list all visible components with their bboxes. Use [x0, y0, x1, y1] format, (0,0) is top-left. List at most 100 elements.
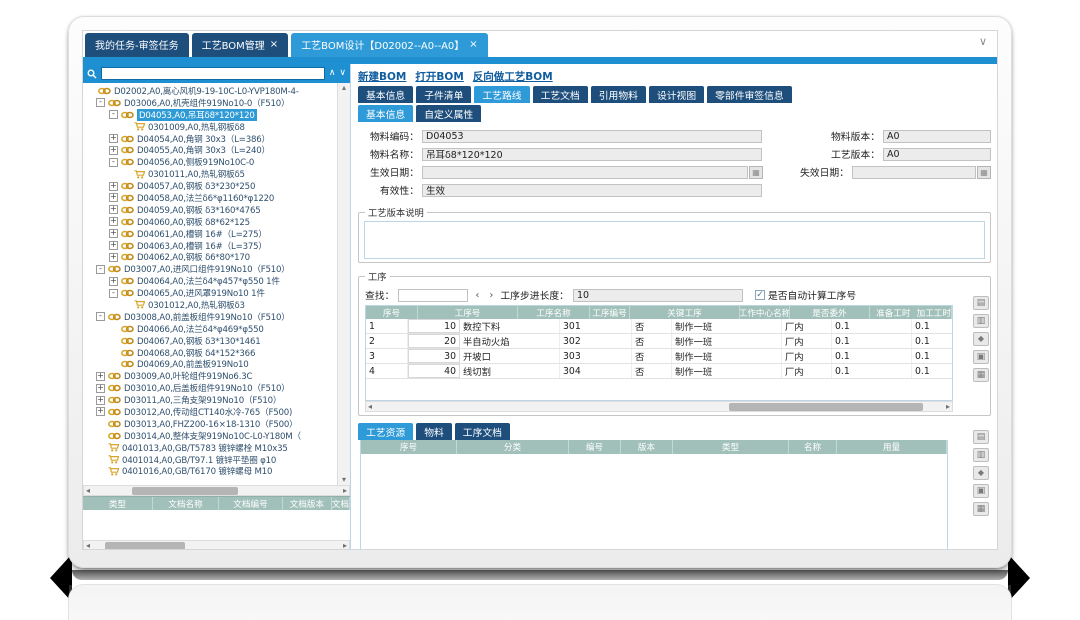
cell-op-number[interactable]: 30 — [408, 349, 460, 363]
expand-toggle-icon[interactable] — [96, 312, 105, 321]
square-icon[interactable] — [973, 368, 989, 382]
tree-item[interactable]: D04056,A0,侧板919No10C-0 — [83, 156, 336, 168]
process-hscroll[interactable]: ◂ ▸ — [365, 401, 953, 412]
calendar-icon[interactable]: ▦ — [977, 166, 991, 179]
scroll-left-icon[interactable]: ◂ — [86, 542, 90, 550]
square-icon[interactable] — [973, 484, 989, 498]
square-icon[interactable] — [973, 350, 989, 364]
process-row[interactable]: 1 10 数控下料 301 否 制作一班 厂内 0.1 0.1 — [366, 319, 952, 334]
scroll-right-icon[interactable]: ▸ — [343, 542, 347, 550]
find-prev-icon[interactable]: ‹ — [472, 290, 482, 301]
tree-item[interactable]: D03011,A0,三角支架919No10（F510） — [83, 394, 336, 406]
expand-toggle-icon[interactable] — [96, 372, 105, 381]
validity-field[interactable] — [422, 184, 762, 197]
close-icon[interactable]: × — [270, 41, 278, 49]
material-code-field[interactable] — [422, 130, 762, 143]
document-hscroll-thumb[interactable] — [105, 542, 185, 550]
expand-toggle-icon[interactable] — [96, 396, 105, 405]
tree-hscroll[interactable]: ◂ ▸ — [83, 485, 350, 496]
scroll-left-icon[interactable]: ◂ — [86, 487, 90, 495]
expand-toggle-icon[interactable] — [109, 193, 118, 202]
window-tab[interactable]: 我的任务-审签任务 — [85, 33, 189, 57]
tree-item[interactable]: D04055,A0,角钢 30x3（L=240） — [83, 144, 336, 156]
expand-toggle-icon[interactable] — [109, 253, 118, 262]
expand-toggle-icon[interactable] — [109, 229, 118, 238]
cell-op-number[interactable]: 40 — [408, 364, 460, 378]
tree-vscroll[interactable]: ▴ ▾ — [337, 83, 350, 485]
expand-toggle-icon[interactable] — [109, 158, 118, 167]
find-next-icon[interactable]: › — [486, 290, 496, 301]
calendar-icon[interactable]: ▦ — [749, 166, 763, 179]
tree-item[interactable]: D04061,A0,槽钢 16#（L=275） — [83, 228, 336, 240]
tree-item[interactable]: 0301009,A0,热轧钢板δ8 — [83, 121, 336, 133]
process-hscroll-thumb[interactable] — [729, 403, 922, 411]
scroll-right-icon[interactable]: ▸ — [946, 403, 950, 411]
tree-hscroll-thumb[interactable] — [132, 487, 238, 495]
expand-toggle-icon[interactable] — [109, 110, 118, 119]
printer-icon[interactable] — [973, 314, 989, 328]
detail-tab[interactable]: 设计视图 — [649, 86, 704, 103]
cell-op-number[interactable]: 10 — [408, 319, 460, 333]
scroll-up-icon[interactable]: ▴ — [342, 84, 346, 92]
tree-item[interactable]: D04057,A0,钢板 δ3*230*250 — [83, 180, 336, 192]
resource-tab[interactable]: 工序文档 — [455, 423, 510, 440]
process-row[interactable]: 3 30 开坡口 303 否 制作一班 厂内 0.1 0.1 — [366, 349, 952, 364]
tree-item[interactable]: D03014,A0,整体支架919No10C-L0-Y180M（ — [83, 430, 336, 442]
document-hscroll[interactable]: ◂ ▸ — [83, 540, 350, 550]
tree-item[interactable]: D04054,A0,角钢 30x3（L=386） — [83, 133, 336, 145]
tree-item[interactable]: D04068,A0,钢板 δ4*152*366 — [83, 347, 336, 359]
tree-item[interactable]: D03008,A0,前盖板组件919No10（F510） — [83, 311, 336, 323]
expand-toggle-icon[interactable] — [109, 217, 118, 226]
expand-toggle-icon[interactable] — [109, 134, 118, 143]
grid-icon[interactable] — [973, 296, 989, 310]
tree-item[interactable]: 0401016,A0,GB/T6170 镀锌螺母 M10 — [83, 466, 336, 478]
grid-icon[interactable] — [973, 430, 989, 444]
resource-tab[interactable]: 物料 — [416, 423, 452, 440]
tree-item[interactable]: D04058,A0,法兰δ6*φ1160*φ1220 — [83, 192, 336, 204]
action-link[interactable]: 反向做工艺BOM — [473, 69, 553, 84]
tree-item[interactable]: D04060,A0,钢板 δ8*62*125 — [83, 216, 336, 228]
tree-item[interactable]: D04064,A0,法兰δ4*φ457*φ550 1件 — [83, 275, 336, 287]
auto-number-checkbox[interactable]: ✓ — [755, 290, 765, 300]
detail-tab[interactable]: 基本信息 — [358, 86, 413, 103]
material-version-field[interactable] — [883, 130, 991, 143]
detail-tab[interactable]: 引用物料 — [591, 86, 646, 103]
window-tab[interactable]: 工艺BOM设计【D02002--A0--A0】 × — [291, 33, 488, 57]
material-name-field[interactable] — [422, 148, 762, 161]
tree-item[interactable]: D03010,A0,后盖板组件919No10（F510） — [83, 382, 336, 394]
cell-op-number[interactable]: 20 — [408, 334, 460, 348]
process-row[interactable]: 2 20 半自动火焰 302 否 制作一班 厂内 0.1 0.1 — [366, 334, 952, 349]
tree-item[interactable]: D04062,A0,钢板 δ6*80*170 — [83, 251, 336, 263]
expand-all-icon[interactable]: ∨ — [339, 69, 346, 78]
expand-toggle-icon[interactable] — [109, 241, 118, 250]
tree-item[interactable]: 0301011,A0,热轧钢板δ5 — [83, 168, 336, 180]
version-note-textarea[interactable] — [364, 221, 985, 259]
expire-date-field[interactable] — [852, 166, 976, 179]
expand-toggle-icon[interactable] — [96, 265, 105, 274]
stamp-icon[interactable] — [973, 332, 989, 346]
expand-toggle-icon[interactable] — [109, 289, 118, 298]
find-input[interactable] — [398, 289, 468, 302]
printer-icon[interactable] — [973, 448, 989, 462]
step-length-field[interactable] — [573, 289, 743, 302]
expand-toggle-icon[interactable] — [109, 146, 118, 155]
tree-item[interactable]: D04069,A0,前盖板919No10 — [83, 358, 336, 370]
detail-tab[interactable]: 工艺文档 — [533, 86, 588, 103]
expand-toggle-icon[interactable] — [96, 384, 105, 393]
tree-item[interactable]: 0401014,A0,GB/T97.1 镀锌平垫圈 φ10 — [83, 454, 336, 466]
tree-item[interactable]: D04053,A0,吊耳δ8*120*120 — [83, 109, 336, 121]
action-link[interactable]: 新建BOM — [358, 69, 406, 84]
collapse-all-icon[interactable]: ∧ — [329, 69, 336, 78]
close-icon[interactable]: × — [469, 41, 477, 49]
resource-tab[interactable]: 工艺资源 — [358, 423, 413, 440]
detail-tab[interactable]: 子件清单 — [416, 86, 471, 103]
sub-tab[interactable]: 基本信息 — [358, 105, 413, 122]
tree-item[interactable]: D03009,A0,叶轮组件919No6.3C — [83, 370, 336, 382]
square-icon[interactable] — [973, 502, 989, 516]
tree-item[interactable]: D03007,A0,进风口组件919No10（F510） — [83, 263, 336, 275]
scroll-right-icon[interactable]: ▸ — [343, 487, 347, 495]
effective-date-field[interactable] — [422, 166, 748, 179]
stamp-icon[interactable] — [973, 466, 989, 480]
scroll-left-icon[interactable]: ◂ — [368, 403, 372, 411]
expand-toggle-icon[interactable] — [109, 277, 118, 286]
